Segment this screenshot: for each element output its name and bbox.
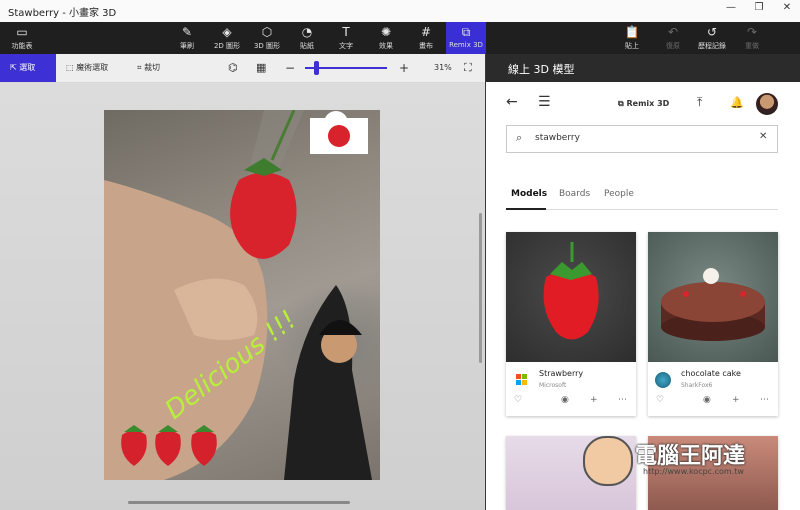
paste-button[interactable]: 📋 貼上 (612, 22, 652, 54)
window-title: Stawberry - 小畫家 3D (8, 8, 117, 19)
tab-stickers[interactable]: ◔ 貼紙 (287, 22, 327, 54)
zoom-in-button[interactable]: + (399, 54, 409, 82)
shapes2d-icon: ◈ (222, 25, 232, 39)
folder-icon: ▭ (16, 25, 28, 39)
sticker-icon: ◔ (301, 25, 313, 39)
undo-icon: ↶ (667, 25, 679, 39)
tab-brushes[interactable]: ✎ 筆刷 (167, 22, 207, 54)
more-icon[interactable]: ⋯ (760, 395, 769, 405)
tab-models[interactable]: Models (511, 189, 547, 199)
model-author[interactable]: SharkFox6 (681, 382, 712, 389)
bell-icon[interactable]: 🔔 (730, 96, 744, 109)
card-actions: ♡ ◉ + ⋯ (648, 395, 778, 413)
maximize-button[interactable]: ❐ (744, 2, 774, 13)
minimize-button[interactable]: — (716, 2, 746, 13)
magic-select-button[interactable]: ⬚ 魔術選取 (66, 54, 108, 82)
minus-icon: − (285, 61, 296, 75)
close-button[interactable]: ✕ (772, 2, 800, 13)
hamburger-menu-icon[interactable]: ☰ (538, 94, 551, 110)
canvas-area[interactable]: Delicious !!! (0, 83, 485, 510)
search-input[interactable]: stawberry (535, 133, 580, 143)
plus-icon: + (399, 61, 410, 75)
card-actions: ♡ ◉ + ⋯ (506, 395, 636, 413)
view-icon[interactable]: ◉ (561, 395, 569, 405)
redo-button[interactable]: ↷ 重做 (732, 22, 772, 54)
fit-screen-icon: ⛶ (464, 61, 472, 74)
tab-active-indicator (506, 208, 546, 210)
remix3d-icon: ⧉ (461, 25, 471, 39)
photo-illustration: Delicious !!! (104, 110, 372, 480)
tab-2d-shapes[interactable]: ◈ 2D 圖形 (207, 22, 247, 54)
view-3d-button[interactable]: ⌬ (228, 54, 238, 82)
search-icon: ⌕ (516, 131, 523, 144)
model-card-chocolate-cake[interactable]: chocolate cake SharkFox6 ♡ ◉ + ⋯ (648, 232, 778, 416)
tab-effects[interactable]: ✺ 效果 (366, 22, 406, 54)
view-icon[interactable]: ◉ (703, 395, 711, 405)
history-icon: ↺ (706, 25, 718, 39)
tab-text[interactable]: T 文字 (326, 22, 366, 54)
grid-button[interactable]: ▦ (256, 54, 266, 82)
model-name[interactable]: Strawberry (539, 369, 583, 378)
zoom-out-button[interactable]: − (285, 54, 295, 82)
ribbon-toolbar: ▭ 功能表 ✎ 筆刷 ◈ 2D 圖形 ⬡ 3D 圖形 ◔ 貼紙 T 文字 ✺ 效… (0, 22, 800, 54)
view-3d-icon: ⌬ (228, 61, 238, 74)
menu-button[interactable]: ▭ 功能表 (2, 22, 42, 54)
tab-divider (506, 209, 778, 210)
tab-people[interactable]: People (604, 189, 634, 199)
select-button[interactable]: ⇱ 選取 (0, 54, 56, 82)
history-button[interactable]: ↺ 歷程記錄 (692, 22, 732, 54)
upload-icon[interactable]: ⤒ (697, 95, 702, 110)
tab-boards[interactable]: Boards (559, 189, 590, 199)
model-author[interactable]: Microsoft (539, 382, 566, 389)
more-icon[interactable]: ⋯ (618, 395, 627, 405)
zoom-slider-thumb[interactable] (314, 61, 319, 75)
shapes3d-icon: ⬡ (261, 25, 273, 39)
panel-title: 線上 3D 模型 (508, 63, 575, 76)
watermark-mascot-icon (583, 436, 633, 486)
cursor-icon: ⇱ (10, 63, 20, 72)
model-thumbnail[interactable] (648, 232, 778, 362)
avatar[interactable] (756, 93, 778, 115)
canvas-photo[interactable]: Delicious !!! (104, 110, 380, 480)
crop-icon: ⌗ (137, 63, 145, 72)
model-name[interactable]: chocolate cake (681, 369, 741, 378)
cake-model-image (661, 268, 765, 341)
add-icon[interactable]: + (590, 395, 598, 405)
search-box[interactable]: ⌕ stawberry ✕ (506, 125, 778, 153)
title-bar: Stawberry - 小畫家 3D — ❐ ✕ (0, 0, 800, 23)
canvas-icon: # (420, 25, 432, 39)
author-avatar-icon (655, 372, 671, 388)
horizontal-scrollbar[interactable] (128, 501, 350, 504)
clear-search-icon[interactable]: ✕ (759, 131, 767, 142)
fit-screen-button[interactable]: ⛶ (464, 54, 472, 82)
back-arrow-icon[interactable]: ← (506, 94, 518, 110)
remix3d-brand[interactable]: ⧉ Remix 3D (618, 99, 669, 109)
model-card-strawberry[interactable]: Strawberry Microsoft ♡ ◉ + ⋯ (506, 232, 636, 416)
microsoft-logo-icon (516, 374, 528, 386)
tab-3d-shapes[interactable]: ⬡ 3D 圖形 (247, 22, 287, 54)
tab-remix3d[interactable]: ⧉ Remix 3D (446, 22, 486, 54)
undo-button[interactable]: ↶ 復原 (653, 22, 693, 54)
redo-icon: ↷ (746, 25, 758, 39)
paste-icon: 📋 (624, 25, 640, 39)
tab-canvas[interactable]: # 畫布 (406, 22, 446, 54)
crop-button[interactable]: ⌗ 裁切 (137, 54, 160, 82)
panel-header: 線上 3D 模型 (486, 54, 800, 82)
add-icon[interactable]: + (732, 395, 740, 405)
brush-icon: ✎ (181, 25, 193, 39)
vertical-scrollbar[interactable] (479, 213, 482, 363)
zoom-value: 31% (434, 63, 452, 72)
magic-select-icon: ⬚ (66, 63, 77, 72)
remix3d-logo-icon: ⧉ (618, 99, 627, 108)
effects-icon: ✺ (380, 25, 392, 39)
grid-icon: ▦ (256, 61, 267, 74)
text-icon: T (342, 25, 350, 39)
model-thumbnail[interactable] (506, 232, 636, 362)
strawberry-model-image (543, 242, 599, 340)
canvas-toolbar: ⇱ 選取 ⬚ 魔術選取 ⌗ 裁切 ⌬ ▦ − + 31% ⛶ (0, 54, 485, 83)
like-icon[interactable]: ♡ (656, 395, 664, 405)
like-icon[interactable]: ♡ (514, 395, 522, 405)
